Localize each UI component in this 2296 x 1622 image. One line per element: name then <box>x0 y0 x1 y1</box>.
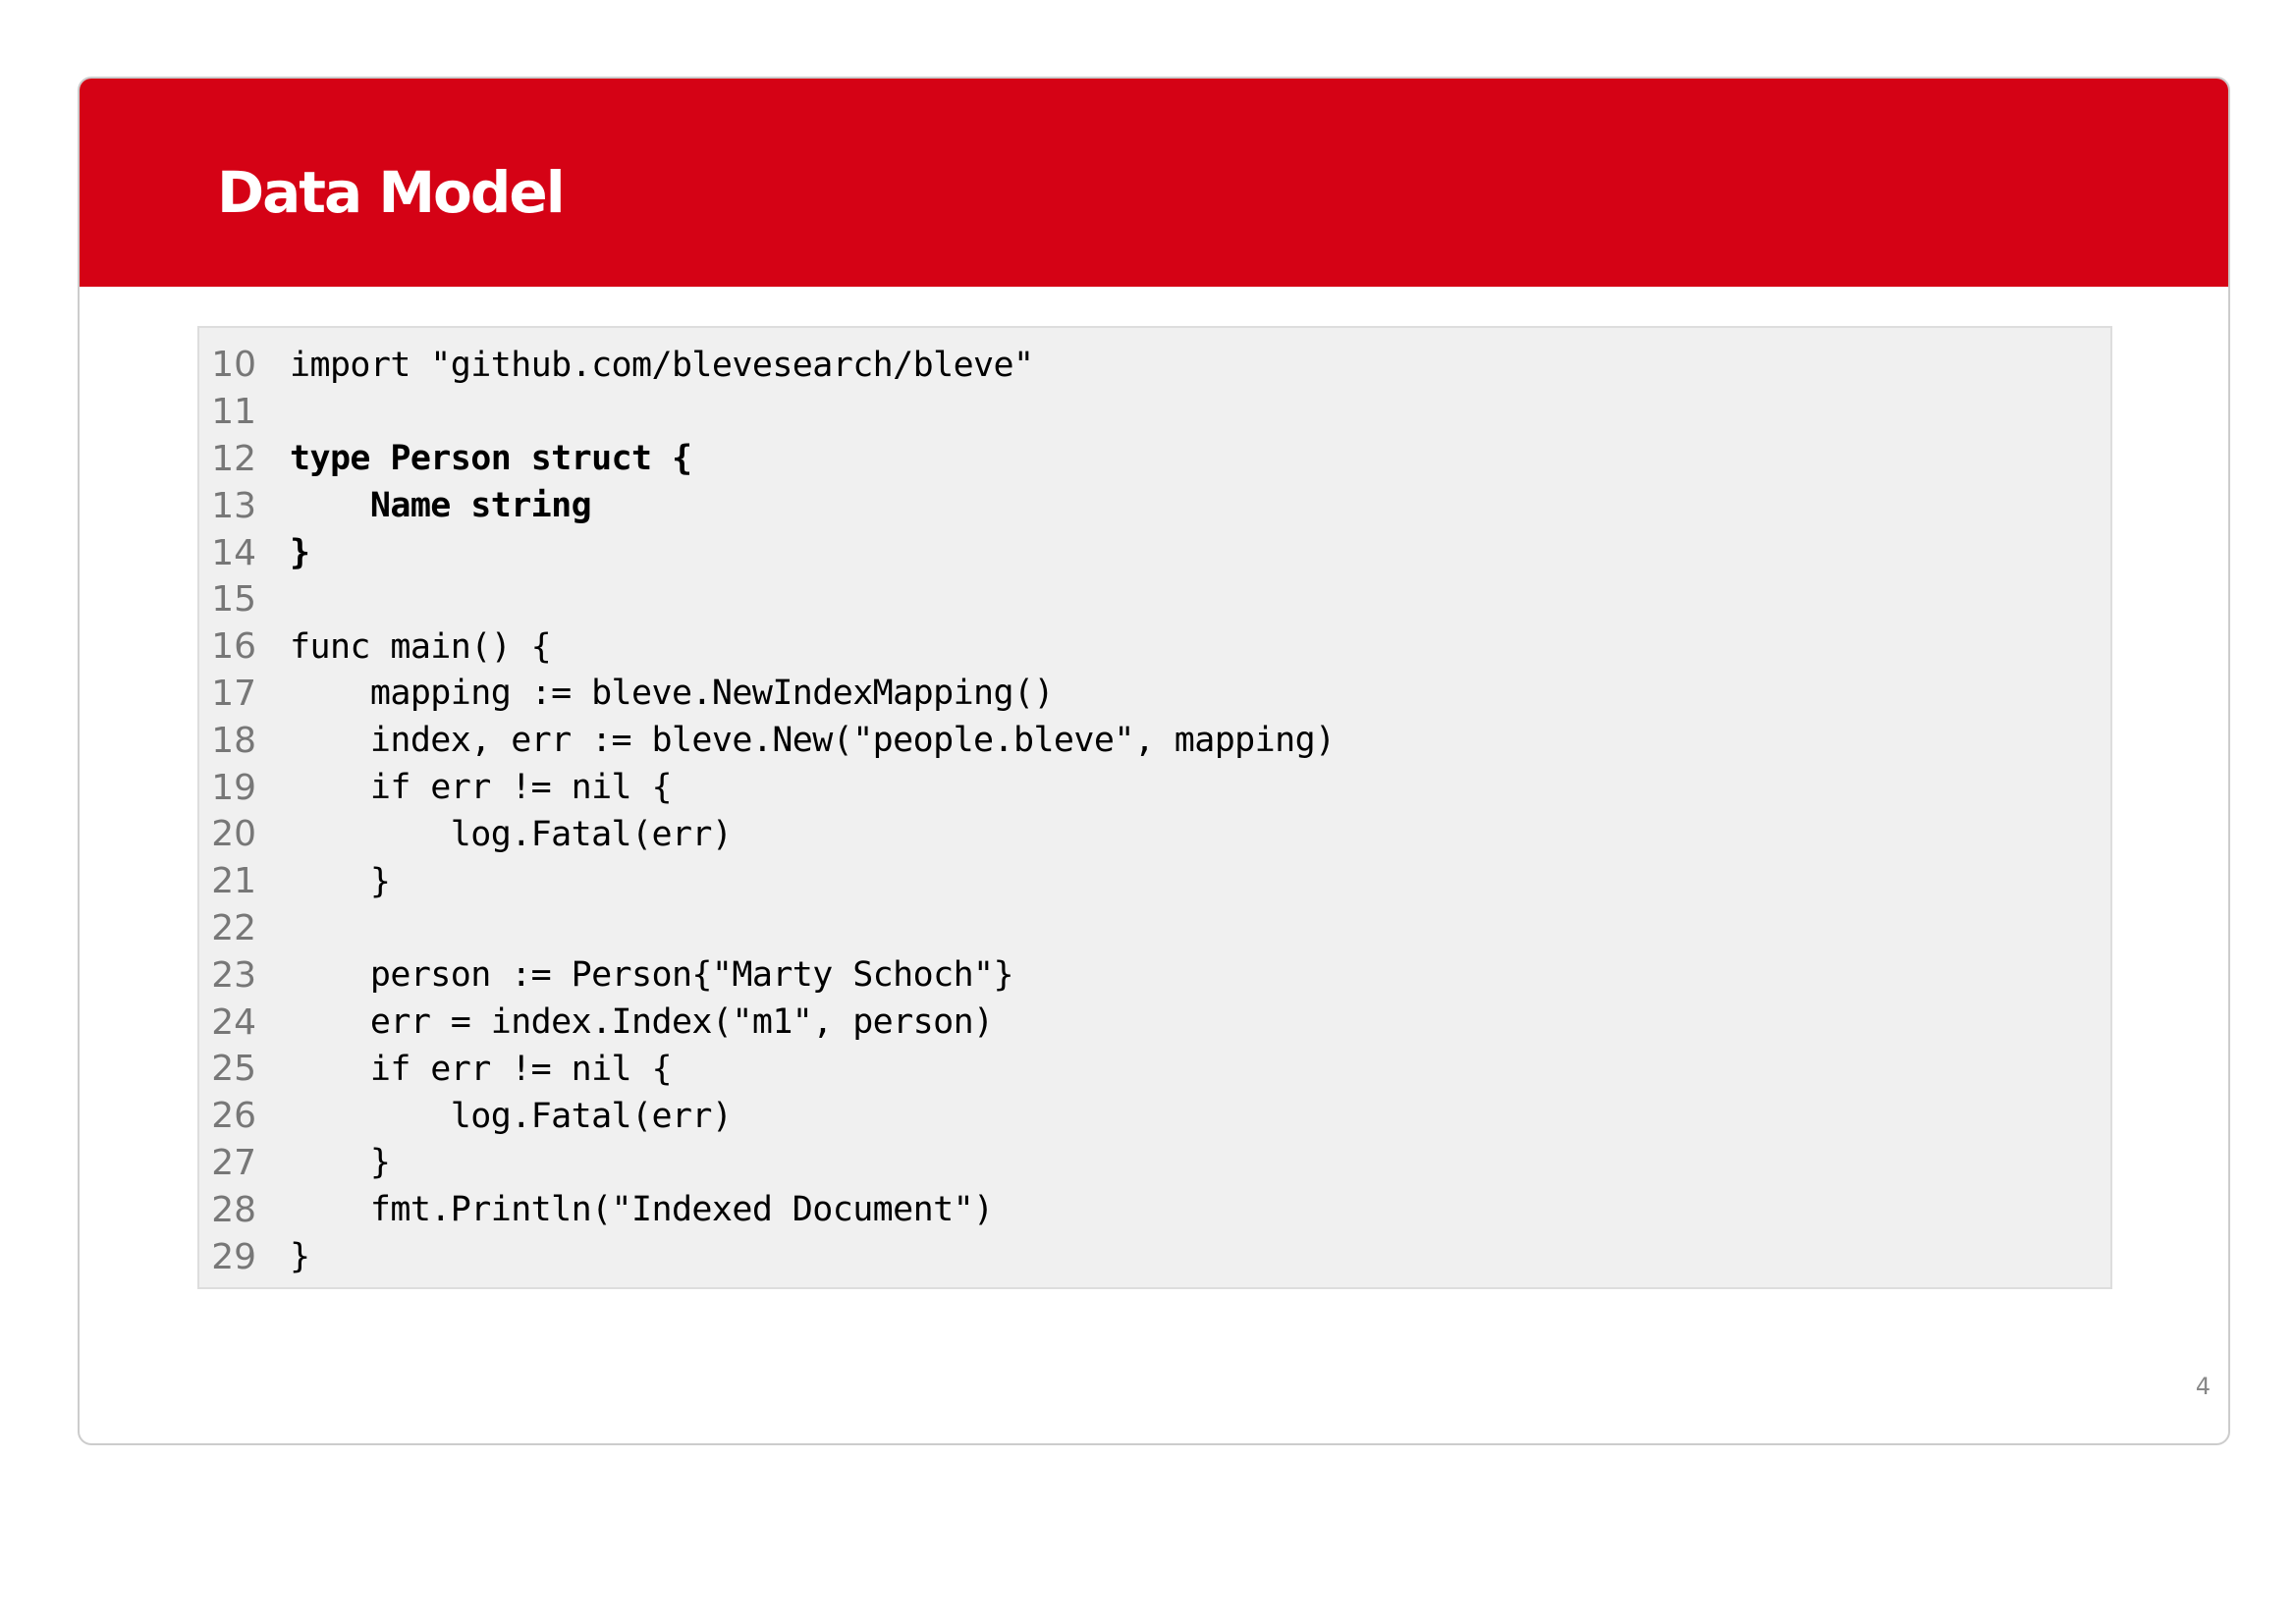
line-number: 16 <box>211 626 256 668</box>
code-line: 17 mapping := bleve.NewIndexMapping() <box>199 671 2110 718</box>
code-line: 19 if err != nil { <box>199 764 2110 811</box>
code-text: Name string <box>290 486 592 526</box>
code-line: 16 func main() { <box>199 623 2110 671</box>
line-number: 22 <box>211 907 256 948</box>
code-text: log.Fatal(err) <box>290 1096 733 1136</box>
line-number: 11 <box>211 392 256 433</box>
code-line: 21 } <box>199 858 2110 905</box>
code-text: } <box>290 533 310 573</box>
code-text: fmt.Println("Indexed Document") <box>290 1190 994 1230</box>
code-text: err = index.Index("m1", person) <box>290 1002 994 1043</box>
line-number: 13 <box>211 485 256 526</box>
line-number: 20 <box>211 814 256 855</box>
code-text: index, err := bleve.New("people.bleve", … <box>290 721 1336 761</box>
slide-header: Data Model <box>80 79 2228 287</box>
line-number: 15 <box>211 579 256 621</box>
code-text: func main() { <box>290 626 552 667</box>
line-number: 25 <box>211 1049 256 1090</box>
code-text: log.Fatal(err) <box>290 814 733 854</box>
code-text: person := Person{"Marty Schoch"} <box>290 955 1014 996</box>
code-text: if err != nil { <box>290 1049 673 1089</box>
code-line: 10 import "github.com/blevesearch/bleve" <box>199 342 2110 389</box>
code-text: } <box>290 1143 391 1183</box>
code-text: import "github.com/blevesearch/bleve" <box>290 345 1034 385</box>
line-number: 26 <box>211 1096 256 1137</box>
slide: Data Model 10 import "github.com/blevesea… <box>78 77 2230 1445</box>
line-number: 10 <box>211 345 256 386</box>
code-text: mapping := bleve.NewIndexMapping() <box>290 674 1055 714</box>
code-text: } <box>290 861 391 901</box>
line-number: 12 <box>211 438 256 479</box>
code-line: 25 if err != nil { <box>199 1046 2110 1093</box>
code-text: type Person struct { <box>290 439 692 479</box>
code-line: 28 fmt.Println("Indexed Document") <box>199 1186 2110 1233</box>
code-line: 18 index, err := bleve.New("people.bleve… <box>199 717 2110 764</box>
line-number: 29 <box>211 1236 256 1277</box>
code-text: } <box>290 1237 310 1277</box>
code-line: 24 err = index.Index("m1", person) <box>199 999 2110 1046</box>
page-number: 4 <box>2195 1373 2211 1400</box>
code-line: 20 log.Fatal(err) <box>199 811 2110 858</box>
code-line: 15 <box>199 576 2110 623</box>
line-number: 18 <box>211 720 256 761</box>
line-number: 28 <box>211 1189 256 1230</box>
line-number: 24 <box>211 1001 256 1043</box>
code-line: 22 <box>199 905 2110 952</box>
code-line: 11 <box>199 389 2110 436</box>
line-number: 21 <box>211 861 256 902</box>
code-line: 23 person := Person{"Marty Schoch"} <box>199 951 2110 999</box>
code-line: 29} <box>199 1233 2110 1280</box>
line-number: 19 <box>211 767 256 808</box>
code-line: 13 Name string <box>199 482 2110 529</box>
slide-title: Data Model <box>217 159 566 226</box>
line-number: 17 <box>211 673 256 714</box>
code-line: 27 } <box>199 1140 2110 1187</box>
line-number: 27 <box>211 1142 256 1183</box>
code-line: 14} <box>199 529 2110 576</box>
code-block: 10 import "github.com/blevesearch/bleve" 1… <box>197 326 2112 1289</box>
code-text: if err != nil { <box>290 768 673 808</box>
line-number: 14 <box>211 532 256 573</box>
line-number: 23 <box>211 954 256 996</box>
code-line: 26 log.Fatal(err) <box>199 1093 2110 1140</box>
code-line: 12 type Person struct { <box>199 436 2110 483</box>
